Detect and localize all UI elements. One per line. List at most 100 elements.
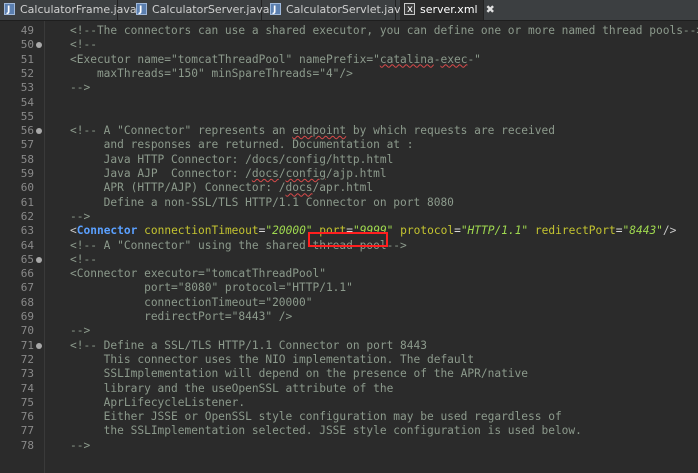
code-line: 62 --> <box>0 210 698 224</box>
fold-marker-icon[interactable] <box>36 42 42 49</box>
line-number: 57 <box>20 138 34 152</box>
code-text: Either JSSE or OpenSSL style configurati… <box>70 410 562 424</box>
comment-text: Java HTTP Connector: /docs/config/http.h… <box>70 152 394 166</box>
comment-text: by which requests are received <box>346 124 555 138</box>
line-number: 77 <box>20 424 34 438</box>
comment-text: <!-- <box>70 38 97 52</box>
attribute-name: connectionTimeout <box>144 224 259 238</box>
code-line: 78 --> <box>0 439 698 453</box>
code-text: Java AJP Connector: /docs/config/ajp.htm… <box>70 167 387 181</box>
code-line: 64 <!-- A "Connector" using the shared th… <box>0 239 698 253</box>
comment-text: Define a non-SSL/TLS HTTP/1.1 Connector … <box>70 195 454 209</box>
comment-text: AprLifecycleListener. <box>70 395 246 409</box>
attribute-name: protocol <box>400 224 455 238</box>
line-number: 59 <box>20 167 34 180</box>
line-number: 78 <box>20 438 34 452</box>
code-line: 61 Define a non-SSL/TLS HTTP/1.1 Connect… <box>0 196 698 210</box>
fold-marker-icon[interactable] <box>36 256 42 263</box>
code-line: 53 --> <box>0 81 698 95</box>
code-text: This connector uses the NIO implementati… <box>70 353 474 367</box>
code-editor[interactable]: 49 <!--The connectors can use a shared ex… <box>0 21 698 473</box>
attribute-value: "9999" <box>353 224 394 238</box>
line-number: 49 <box>20 24 34 37</box>
code-text: <!-- A "Connector" represents an endpoin… <box>70 124 555 138</box>
code-line: 52 maxThreads="150" minSpareThreads="4"/… <box>0 67 698 81</box>
code-line: 75 AprLifecycleListener. <box>0 396 698 410</box>
fold-marker-icon[interactable] <box>36 342 42 349</box>
line-number: 53 <box>20 81 34 95</box>
code-text: library and the useOpenSSL attribute of … <box>70 381 394 396</box>
java-file-icon <box>4 1 15 20</box>
line-number: 52 <box>20 66 34 80</box>
code-text: <!--The connectors can use a shared exec… <box>70 24 698 38</box>
fold-marker-icon[interactable] <box>36 128 42 135</box>
line-number: 55 <box>20 109 34 123</box>
code-text: the SSLImplementation selected. JSSE sty… <box>70 424 582 438</box>
tab-calculator-server[interactable]: CalculatorServer.java <box>132 0 269 20</box>
line-number: 63 <box>20 224 34 238</box>
code-line: 67 port="8080" protocol="HTTP/1.1" <box>0 281 698 295</box>
code-text: --> <box>70 210 90 224</box>
tab-label: CalculatorFrame.java <box>20 3 137 16</box>
code-line: 55 <box>0 110 698 124</box>
code-line: 65 <!-- <box>0 253 698 267</box>
comment-text: <Executor name="tomcatThreadPool" namePr… <box>70 52 380 66</box>
comment-text: library and the useOpenSSL attribute of … <box>70 381 394 395</box>
java-file-icon <box>136 1 147 20</box>
code-text: <!-- <box>70 253 97 267</box>
tab-server-xml[interactable]: server.xml ✖ <box>400 0 495 20</box>
code-line: 49 <!--The connectors can use a shared ex… <box>0 24 698 38</box>
code-text: Define a non-SSL/TLS HTTP/1.1 Connector … <box>70 196 454 210</box>
line-number: 72 <box>20 352 34 366</box>
equals-sign: = <box>615 224 623 238</box>
code-text: port="8080" protocol="HTTP/1.1" <box>70 281 353 295</box>
code-text: connectionTimeout="20000" <box>70 296 312 310</box>
code-text: --> <box>70 439 90 453</box>
comment-text: <Connector executor="tomcatThreadPool" <box>70 267 326 281</box>
attribute-value: "8443" <box>622 224 663 238</box>
spelling-flagged-word: config <box>285 167 326 180</box>
comment-text: Java AJP Connector: / <box>70 167 252 180</box>
tab-label: CalculatorServer.java <box>152 3 270 16</box>
line-number: 65 <box>20 252 34 266</box>
comment-text: redirectPort="8443" /> <box>70 310 293 323</box>
spelling-flagged-word: catalina <box>379 52 434 66</box>
spelling-flagged-word: docs <box>285 181 313 195</box>
tab-label: server.xml <box>420 3 478 16</box>
java-file-icon <box>270 1 281 20</box>
line-number: 62 <box>20 209 34 223</box>
equals-sign: = <box>346 224 353 238</box>
code-text: and responses are returned. Documentatio… <box>70 138 414 152</box>
line-number: 64 <box>20 238 34 252</box>
tab-calculator-servlet[interactable]: CalculatorServlet.java <box>266 0 407 20</box>
line-number: 66 <box>20 267 34 281</box>
code-line: 63 <Connector connectionTimeout = "20000" p… <box>0 224 698 238</box>
comment-text: port="8080" protocol="HTTP/1.1" <box>70 281 353 295</box>
code-line: 69 redirectPort="8443" /> <box>0 310 698 324</box>
tab-calculator-frame[interactable]: CalculatorFrame.java <box>0 0 137 20</box>
spelling-flagged-word: exec <box>440 52 468 66</box>
code-line: 71 <!-- Define a SSL/TLS HTTP/1.1 Connect… <box>0 339 698 353</box>
code-line: 51 <Executor name="tomcatThreadPool" name… <box>0 53 698 67</box>
code-text: Java HTTP Connector: /docs/config/http.h… <box>70 152 394 167</box>
code-line: 66 <Connector executor="tomcatThreadPool" <box>0 267 698 281</box>
code-line: 76 Either JSSE or OpenSSL style configur… <box>0 410 698 424</box>
code-text: <!-- A "Connector" using the shared thre… <box>70 239 407 253</box>
code-line: 54 <box>0 96 698 110</box>
comment-text: APR (HTTP/AJP) Connector: / <box>70 181 286 195</box>
attribute-name: port <box>319 224 347 238</box>
code-text: <!-- Define a SSL/TLS HTTP/1.1 Connector… <box>70 339 427 353</box>
comment-text: Either JSSE or OpenSSL style configurati… <box>70 410 562 424</box>
comment-text: <!-- A "Connector" represents an <box>70 124 293 138</box>
comment-text: <!-- <box>70 252 97 266</box>
close-tab-icon[interactable]: ✖ <box>486 0 495 19</box>
line-number: 73 <box>20 367 34 381</box>
comment-text: --> <box>70 81 91 95</box>
code-line: 68 connectionTimeout="20000" <box>0 296 698 310</box>
code-text: maxThreads="150" minSpareThreads="4"/> <box>70 67 353 81</box>
tag-name: Connector <box>76 224 138 238</box>
line-number: 70 <box>20 324 34 338</box>
code-line: 50 <!-- <box>0 38 698 52</box>
line-number: 71 <box>20 338 34 352</box>
code-line: 57 and responses are returned. Documenta… <box>0 138 698 152</box>
